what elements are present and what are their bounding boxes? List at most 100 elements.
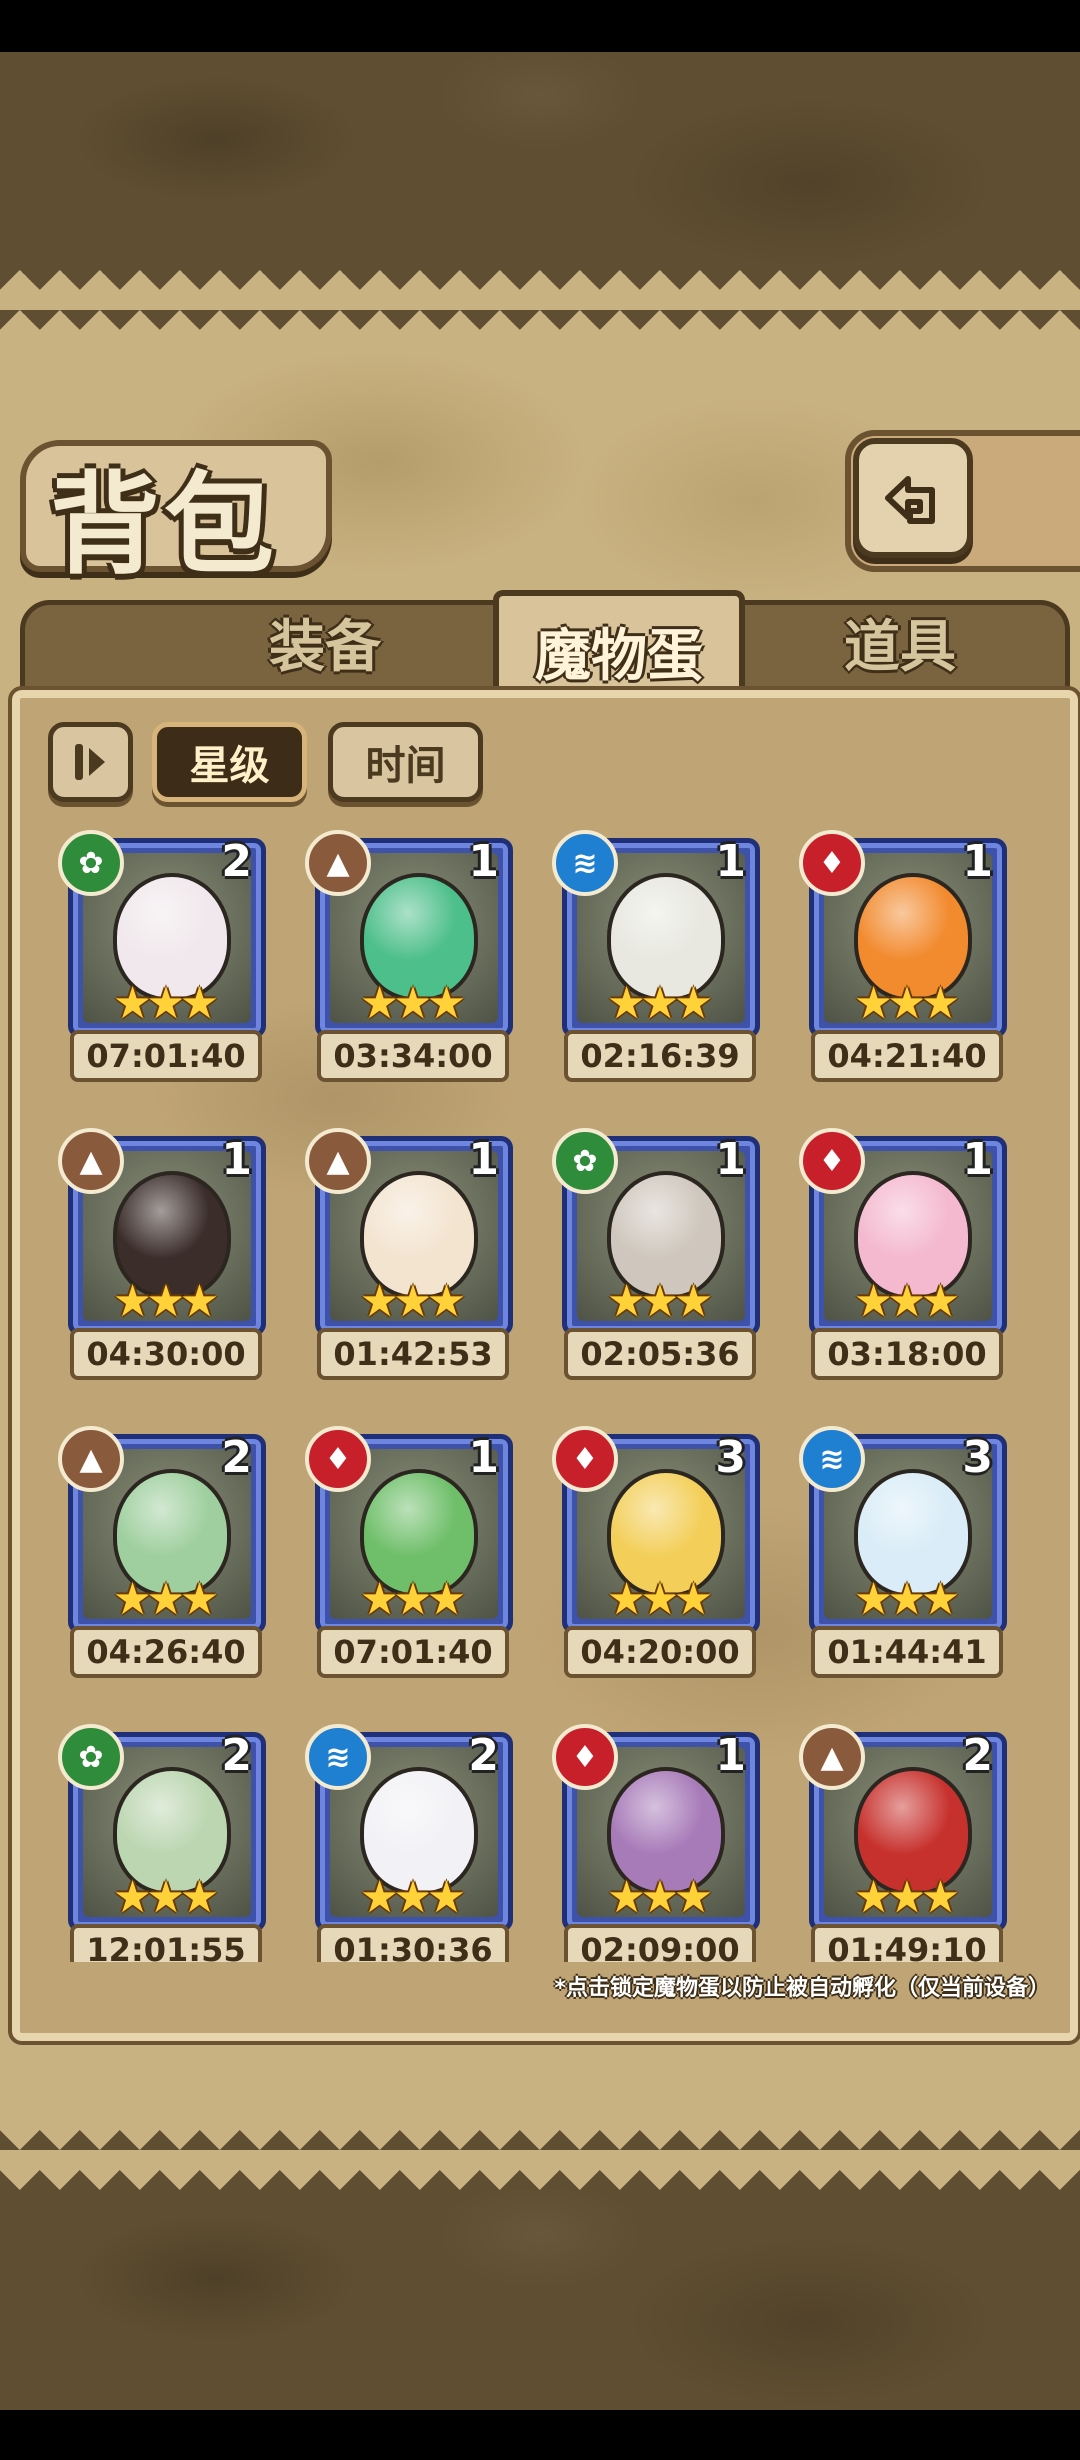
star-icon: ★ xyxy=(179,1276,220,1327)
egg-card[interactable]: 2 ★★★ ▲ 04:26:40 xyxy=(58,1426,268,1686)
star-icon: ★ xyxy=(112,1574,153,1625)
egg-card[interactable]: 1 ★★★ ♦ 02:09:00 xyxy=(552,1724,762,1962)
star-rating: ★★★ xyxy=(305,1280,515,1324)
egg-count: 2 xyxy=(221,1432,252,1483)
star-rating: ★★★ xyxy=(799,1280,1009,1324)
star-icon: ★ xyxy=(640,1574,680,1625)
return-arrow-icon xyxy=(885,476,935,524)
hatch-timer: 01:42:53 xyxy=(317,1328,509,1380)
star-icon: ★ xyxy=(426,1276,467,1327)
egg-card[interactable]: 1 ★★★ ▲ 04:30:00 xyxy=(58,1128,268,1388)
star-icon: ★ xyxy=(673,978,714,1029)
back-button[interactable] xyxy=(853,438,973,558)
star-icon: ★ xyxy=(426,978,467,1029)
sort-toggle-button[interactable] xyxy=(48,722,133,802)
hatch-timer: 01:49:10 xyxy=(811,1924,1003,1962)
star-rating: ★★★ xyxy=(552,1876,762,1920)
earth-element-icon: ▲ xyxy=(799,1724,865,1790)
egg-card[interactable]: 3 ★★★ ♦ 04:20:00 xyxy=(552,1426,762,1686)
star-icon: ★ xyxy=(853,1276,894,1327)
star-rating: ★★★ xyxy=(799,982,1009,1026)
star-icon: ★ xyxy=(920,1574,961,1625)
status-bar-area xyxy=(0,0,1080,52)
egg-card[interactable]: 1 ★★★ ▲ 01:42:53 xyxy=(305,1128,515,1388)
parchment-torn-edge-bottom xyxy=(0,2120,1080,2190)
egg-card[interactable]: 1 ★★★ ✿ 02:05:36 xyxy=(552,1128,762,1388)
egg-count: 1 xyxy=(715,1730,746,1781)
star-icon: ★ xyxy=(393,1872,433,1923)
star-icon: ★ xyxy=(887,1574,927,1625)
egg-card[interactable]: 2 ★★★ ▲ 01:49:10 xyxy=(799,1724,1009,1962)
star-icon: ★ xyxy=(920,1276,961,1327)
star-icon: ★ xyxy=(673,1276,714,1327)
star-rating: ★★★ xyxy=(58,982,268,1026)
star-icon: ★ xyxy=(887,978,927,1029)
egg-count: 3 xyxy=(715,1432,746,1483)
star-icon: ★ xyxy=(853,978,894,1029)
star-rating: ★★★ xyxy=(552,982,762,1026)
fire-element-icon: ♦ xyxy=(552,1426,618,1492)
egg-count: 1 xyxy=(962,836,993,887)
map-background-top xyxy=(0,52,1080,270)
sort-by-time-button[interactable]: 时间 xyxy=(328,722,483,802)
star-icon: ★ xyxy=(606,1574,647,1625)
egg-card[interactable]: 1 ★★★ ♦ 07:01:40 xyxy=(305,1426,515,1686)
hatch-timer: 12:01:55 xyxy=(70,1924,262,1962)
star-icon: ★ xyxy=(887,1276,927,1327)
earth-element-icon: ▲ xyxy=(58,1426,124,1492)
star-rating: ★★★ xyxy=(552,1280,762,1324)
hatch-timer: 04:30:00 xyxy=(70,1328,262,1380)
tab-items[interactable]: 道具 xyxy=(780,595,1020,690)
fire-element-icon: ♦ xyxy=(799,830,865,896)
star-icon: ★ xyxy=(359,978,400,1029)
hatch-timer: 04:20:00 xyxy=(564,1626,756,1678)
egg-card[interactable]: 1 ★★★ ≋ 02:16:39 xyxy=(552,830,762,1090)
egg-card[interactable]: 2 ★★★ ✿ 07:01:40 xyxy=(58,830,268,1090)
star-rating: ★★★ xyxy=(552,1578,762,1622)
tab-items-label: 道具 xyxy=(844,615,956,680)
egg-card[interactable]: 1 ★★★ ♦ 04:21:40 xyxy=(799,830,1009,1090)
star-icon: ★ xyxy=(112,978,153,1029)
star-icon: ★ xyxy=(393,1574,433,1625)
grass-element-icon: ✿ xyxy=(58,830,124,896)
star-icon: ★ xyxy=(146,1574,186,1625)
egg-card[interactable]: 3 ★★★ ≋ 01:44:41 xyxy=(799,1426,1009,1686)
egg-card[interactable]: 2 ★★★ ≋ 01:30:36 xyxy=(305,1724,515,1962)
parchment-torn-edge-top xyxy=(0,270,1080,330)
egg-count: 2 xyxy=(468,1730,499,1781)
map-background-bottom xyxy=(0,2190,1080,2410)
lock-hint-text: *点击锁定魔物蛋以防止被自动孵化（仅当前设备） xyxy=(554,1976,1050,2001)
earth-element-icon: ▲ xyxy=(305,1128,371,1194)
egg-count: 1 xyxy=(962,1134,993,1185)
egg-count: 1 xyxy=(715,1134,746,1185)
star-icon: ★ xyxy=(920,978,961,1029)
tab-monster-eggs[interactable]: 魔物蛋 xyxy=(493,590,745,706)
star-icon: ★ xyxy=(179,978,220,1029)
navigation-bar-area xyxy=(0,2410,1080,2460)
star-icon: ★ xyxy=(112,1872,153,1923)
hatch-timer: 04:26:40 xyxy=(70,1626,262,1678)
hatch-timer: 01:30:36 xyxy=(317,1924,509,1962)
star-icon: ★ xyxy=(920,1872,961,1923)
star-icon: ★ xyxy=(146,1872,186,1923)
egg-card[interactable]: 1 ★★★ ▲ 03:34:00 xyxy=(305,830,515,1090)
tab-equipment-label: 装备 xyxy=(269,615,381,680)
hatch-timer: 03:34:00 xyxy=(317,1030,509,1082)
egg-card[interactable]: 1 ★★★ ♦ 03:18:00 xyxy=(799,1128,1009,1388)
star-icon: ★ xyxy=(640,978,680,1029)
hatch-timer: 02:09:00 xyxy=(564,1924,756,1962)
sort-by-star-button[interactable]: 星级 xyxy=(152,722,307,802)
star-icon: ★ xyxy=(359,1276,400,1327)
tab-equipment[interactable]: 装备 xyxy=(205,595,445,690)
star-icon: ★ xyxy=(606,1276,647,1327)
egg-count: 1 xyxy=(468,1134,499,1185)
star-icon: ★ xyxy=(426,1872,467,1923)
egg-count: 1 xyxy=(221,1134,252,1185)
star-icon: ★ xyxy=(393,1276,433,1327)
hatch-timer: 02:16:39 xyxy=(564,1030,756,1082)
egg-count: 1 xyxy=(468,1432,499,1483)
star-icon: ★ xyxy=(606,1872,647,1923)
star-rating: ★★★ xyxy=(305,1876,515,1920)
egg-card[interactable]: 2 ★★★ ✿ 12:01:55 xyxy=(58,1724,268,1962)
star-rating: ★★★ xyxy=(799,1578,1009,1622)
